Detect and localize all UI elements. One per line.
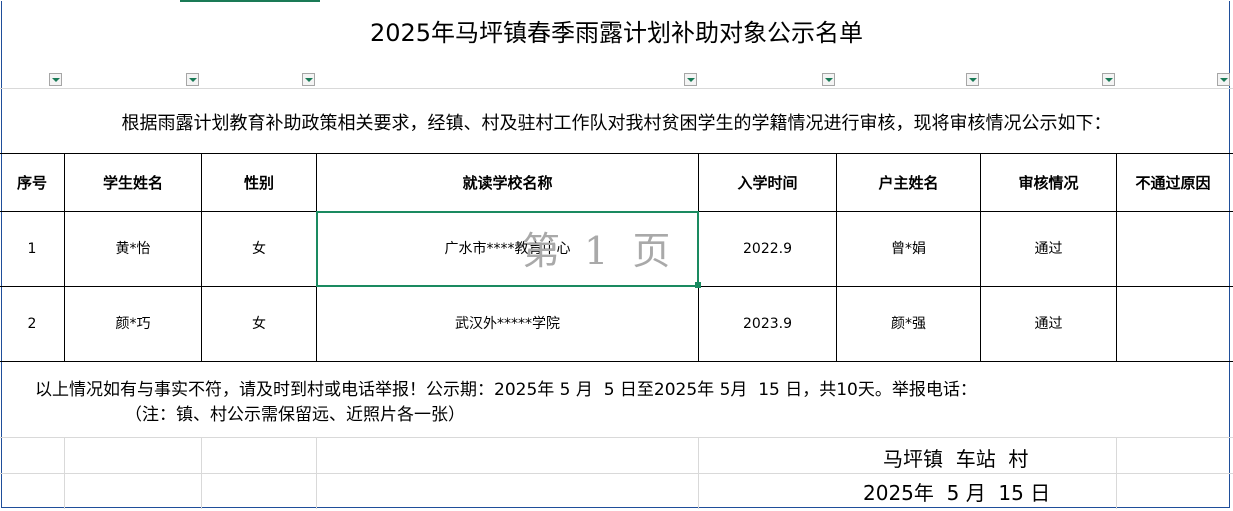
spreadsheet-sheet: 2025年马坪镇春季雨露计划补助对象公示名单 根据雨露计划教育补助政策相关要求，… (0, 0, 1233, 511)
table-cell[interactable]: 通过 (981, 213, 1116, 285)
table-cell[interactable]: 颜*巧 (65, 288, 201, 360)
gridline (64, 437, 65, 509)
intro-text[interactable]: 根据雨露计划教育补助政策相关要求，经镇、村及驻村工作队对我村贫困学生的学籍情况进… (0, 112, 1233, 136)
signature-village[interactable]: 马坪镇 车站 村 (883, 446, 1028, 472)
sheet-title[interactable]: 2025年马坪镇春季雨露计划补助对象公示名单 (0, 18, 1233, 48)
gridline (0, 88, 1233, 89)
gridline (1116, 437, 1117, 509)
fill-handle[interactable] (695, 282, 701, 288)
filter-dropdown-button[interactable] (49, 73, 62, 86)
top-selection-indicator (180, 0, 320, 2)
gridline (201, 437, 202, 509)
filter-dropdown-button[interactable] (822, 73, 835, 86)
footer-note[interactable]: （注：镇、村公示需保留远、近照片各一张） (125, 404, 465, 426)
filter-dropdown-button[interactable] (1217, 73, 1230, 86)
filter-dropdown-button[interactable] (186, 73, 199, 86)
header-cell-student-name[interactable]: 学生姓名 (65, 155, 201, 211)
table-cell[interactable]: 女 (202, 213, 316, 285)
gridline (698, 437, 699, 509)
table-cell[interactable]: 2 (0, 288, 64, 360)
filter-dropdown-button[interactable] (966, 73, 979, 86)
table-cell[interactable]: 1 (0, 213, 64, 285)
header-cell-reject-reason[interactable]: 不通过原因 (1117, 155, 1229, 211)
filter-dropdown-button[interactable] (1102, 73, 1115, 86)
table-cell[interactable] (1117, 213, 1229, 285)
table-cell[interactable]: 黄*怡 (65, 213, 201, 285)
filter-dropdown-button[interactable] (684, 73, 697, 86)
active-cell-selection[interactable] (316, 211, 699, 287)
table-cell[interactable]: 颜*强 (837, 288, 980, 360)
table-cell[interactable]: 2022.9 (699, 213, 836, 285)
filter-dropdown-button[interactable] (302, 73, 315, 86)
gridline (316, 437, 317, 509)
header-cell-householder[interactable]: 户主姓名 (837, 155, 980, 211)
gridline (0, 437, 1233, 438)
signature-date[interactable]: 2025年 5 月 15 日 (863, 480, 1050, 506)
header-cell-index[interactable]: 序号 (0, 155, 64, 211)
table-cell[interactable]: 2023.9 (699, 288, 836, 360)
header-cell-review[interactable]: 审核情况 (981, 155, 1116, 211)
header-cell-school[interactable]: 就读学校名称 (317, 155, 698, 211)
gridline (0, 473, 1233, 474)
table-cell[interactable]: 女 (202, 288, 316, 360)
table-cell[interactable]: 通过 (981, 288, 1116, 360)
table-cell[interactable]: 曾*娟 (837, 213, 980, 285)
table-cell[interactable]: 武汉外*****学院 (317, 288, 698, 360)
table-border (0, 361, 1233, 362)
table-cell[interactable] (1117, 288, 1229, 360)
footer-notice[interactable]: 以上情况如有与事实不符，请及时到村或电话举报！公示期：2025年 5 月 5 日… (35, 379, 977, 401)
table-border (0, 153, 1233, 154)
header-cell-gender[interactable]: 性别 (202, 155, 316, 211)
header-cell-enroll-date[interactable]: 入学时间 (699, 155, 836, 211)
